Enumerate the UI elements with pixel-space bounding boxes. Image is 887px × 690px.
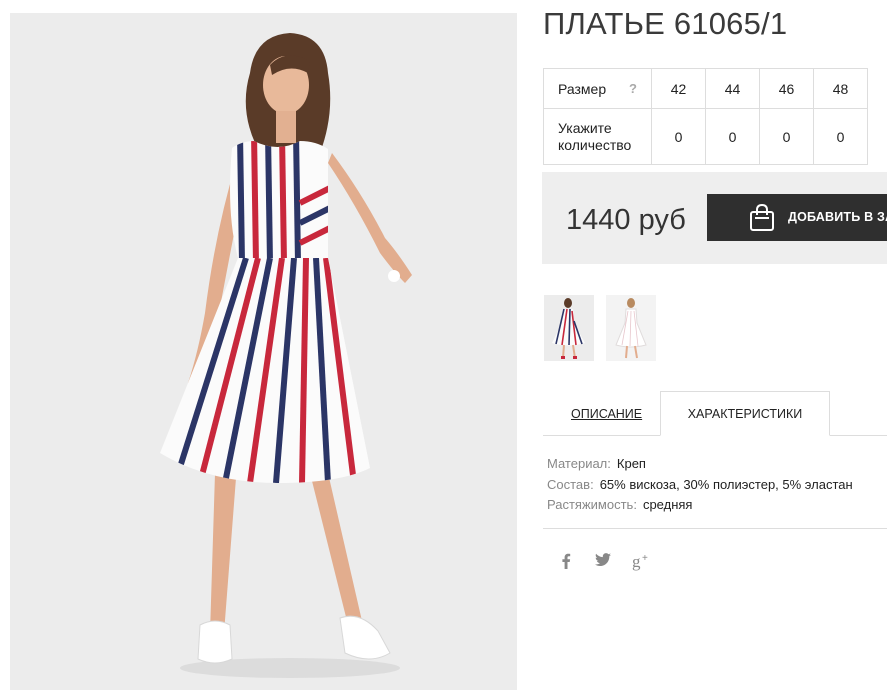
product-price: 1440 руб [566, 204, 686, 236]
size-label: Размер [558, 80, 607, 97]
spec-key: Состав: [547, 476, 594, 492]
tab-description[interactable]: ОПИСАНИЕ [571, 407, 642, 421]
size-48: 48 [813, 68, 868, 109]
svg-text:g: g [632, 553, 641, 571]
svg-text:+: + [642, 553, 648, 564]
facebook-icon[interactable] [561, 553, 571, 574]
size-46: 46 [759, 68, 814, 109]
size-help-icon[interactable]: ? [629, 81, 637, 96]
quantity-label-line1: Укажите [558, 119, 612, 136]
size-label-cell: Размер ? [543, 68, 652, 109]
quantity-input-44[interactable]: 0 [705, 108, 760, 165]
shopping-bag-icon [749, 203, 775, 237]
size-42: 42 [651, 68, 706, 109]
quantity-input-42[interactable]: 0 [651, 108, 706, 165]
quantity-label-cell: Укажите количество [543, 108, 652, 165]
size-44: 44 [705, 68, 760, 109]
spec-row-material: Материал: Креп [547, 454, 853, 475]
section-divider [543, 528, 887, 529]
spec-value: Креп [616, 456, 646, 471]
google-plus-icon[interactable]: g + [632, 552, 652, 576]
spec-key: Растяжимость: [547, 497, 637, 512]
spec-value: средняя [642, 497, 693, 512]
add-to-order-label: ДОБАВИТЬ В ЗАКАЗ [788, 210, 887, 224]
spec-row-stretch: Растяжимость: средняя [547, 495, 853, 516]
thumbnail-front[interactable] [544, 295, 594, 361]
quantity-input-48[interactable]: 0 [813, 108, 868, 165]
price-box: 1440 руб ДОБАВИТЬ В ЗАКАЗ [542, 172, 887, 264]
tab-characteristics[interactable]: ХАРАКТЕРИСТИКИ [660, 391, 830, 436]
quantity-label-line2: количество [558, 136, 632, 153]
spec-row-composition: Состав: 65% вискоза, 30% полиэстер, 5% эл… [547, 475, 853, 496]
thumbnail-white-dress[interactable] [606, 295, 656, 361]
add-to-order-button[interactable]: ДОБАВИТЬ В ЗАКАЗ [707, 194, 887, 241]
product-main-image[interactable] [10, 13, 517, 690]
product-title: ПЛАТЬЕ 61065/1 [543, 6, 788, 41]
characteristics-list: Материал: Креп Состав: 65% вискоза, 30% по… [547, 454, 853, 516]
quantity-input-46[interactable]: 0 [759, 108, 814, 165]
spec-key: Материал: [547, 456, 611, 471]
size-quantity-table: Размер ? 42 44 46 48 Укажите количество … [543, 68, 868, 165]
twitter-icon[interactable] [595, 553, 611, 572]
spec-value: 65% вискоза, 30% полиэстер, 5% эластан [599, 476, 853, 492]
